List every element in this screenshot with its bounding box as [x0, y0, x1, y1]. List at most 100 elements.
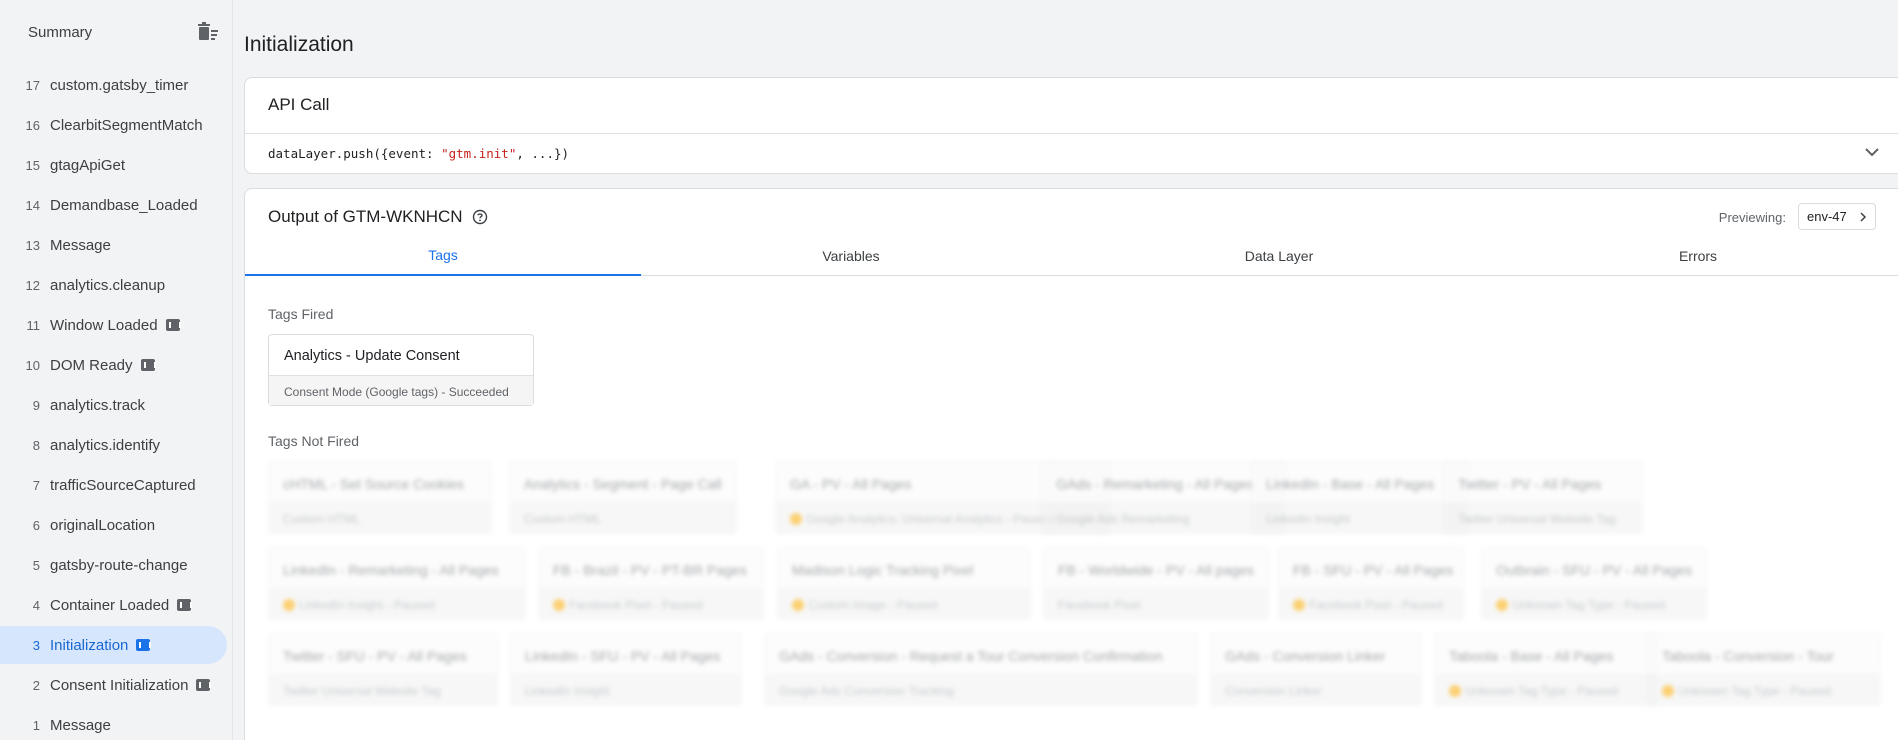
event-number: 14 — [25, 197, 40, 213]
event-label: Container Loaded — [50, 596, 170, 614]
help-icon[interactable] — [472, 209, 488, 225]
tag-status-text: LinkedIn Insight — [1266, 512, 1351, 526]
not-fired-tag-card[interactable]: Analytics - Segment - Page Call Custom HT… — [509, 461, 737, 534]
tag-name: LinkedIn - Remarketing - All Pages — [283, 562, 499, 578]
code-suffix: , ...}) — [516, 146, 570, 161]
tag-name: LinkedIn - Base - All Pages — [1266, 476, 1435, 492]
environment-button[interactable]: env-47 — [1798, 203, 1876, 230]
not-fired-tag-card[interactable]: Twitter - SFU - PV - All Pages Twitter Un… — [268, 633, 498, 706]
event-number: 15 — [25, 157, 40, 173]
tags-fired-heading: Tags Fired — [268, 306, 334, 322]
tag-name: LinkedIn - SFU - PV - All Pages — [525, 648, 721, 664]
tag-name: Analytics - Segment - Page Call — [524, 476, 722, 492]
code-badge-icon — [177, 599, 193, 611]
tag-status: Twitter Universal Website Tag — [269, 674, 497, 705]
not-fired-tag-card[interactable]: Outbrain - SFU - PV - All Pages Unknown T… — [1481, 547, 1707, 620]
tab-variables[interactable]: Variables — [641, 236, 1061, 276]
tag-status: Google Ads Conversion Tracking — [765, 674, 1197, 705]
tab-tags[interactable]: Tags — [245, 236, 641, 276]
paused-icon — [283, 599, 295, 611]
not-fired-tag-card[interactable]: LinkedIn - Base - All Pages LinkedIn Insi… — [1251, 461, 1469, 534]
event-label: Initialization — [50, 636, 129, 654]
event-item[interactable]: 13 Message — [0, 226, 227, 264]
paused-icon — [790, 513, 802, 525]
tag-name: Analytics - Update Consent — [284, 348, 460, 364]
event-number: 11 — [26, 317, 41, 333]
code-string: "gtm.init" — [441, 146, 517, 161]
not-fired-tag-card[interactable]: Taboola - Conversion - Tour Unknown Tag T… — [1647, 633, 1881, 706]
chevron-down-icon[interactable] — [1864, 144, 1880, 160]
not-fired-tag-card[interactable]: FB - SFU - PV - All Pages Facebook Pixel … — [1278, 547, 1464, 620]
not-fired-tag-card[interactable]: LinkedIn - Remarketing - All Pages Linked… — [268, 547, 526, 620]
output-tabs: Tags Variables Data Layer Errors — [245, 236, 1898, 276]
event-item[interactable]: 6 originalLocation — [0, 506, 227, 544]
event-number: 2 — [32, 677, 40, 693]
tag-status-text: Custom Image - Paused — [808, 598, 938, 612]
event-label: trafficSourceCaptured — [50, 476, 196, 494]
tag-status-text: Twitter Universal Website Tag — [1458, 512, 1616, 526]
event-item[interactable]: 7 trafficSourceCaptured — [0, 466, 227, 504]
event-label: analytics.identify — [50, 436, 161, 454]
event-item[interactable]: 15 gtagApiGet — [0, 146, 227, 184]
tag-status-text: Unknown Tag Type - Paused — [1512, 598, 1665, 612]
event-item[interactable]: 3 Initialization — [0, 626, 227, 664]
tag-name: Madison Logic Tracking Pixel — [792, 562, 974, 578]
not-fired-tag-card[interactable]: GAds - Conversion Linker Conversion Linke… — [1210, 633, 1422, 706]
event-item[interactable]: 10 DOM Ready — [0, 346, 227, 384]
event-label: Message — [50, 236, 111, 254]
event-item[interactable]: 17 custom.gatsby_timer — [0, 66, 227, 104]
not-fired-tag-card[interactable]: Madison Logic Tracking Pixel Custom Image… — [777, 547, 1031, 620]
not-fired-tag-card[interactable]: cHTML - Set Source Cookies Custom HTML — [268, 461, 492, 534]
tag-name: Twitter - SFU - PV - All Pages — [283, 648, 467, 664]
event-sidebar: Summary 17 custom.gatsby_timer 16 ClearbitS… — [0, 0, 233, 740]
tab-data-layer[interactable]: Data Layer — [1061, 236, 1497, 276]
event-item[interactable]: 9 analytics.track — [0, 386, 227, 424]
paused-icon — [792, 599, 804, 611]
tag-status-text: Google Ads Conversion Tracking — [779, 684, 954, 698]
event-item[interactable]: 5 gatsby-route-change — [0, 546, 227, 584]
paused-icon — [1293, 599, 1305, 611]
api-call-title: API Call — [268, 95, 330, 114]
tag-name: FB - Brazil - PV - PT-BR Pages — [553, 562, 747, 578]
event-item[interactable]: 1 Message — [0, 706, 227, 740]
fired-tag-card[interactable]: Analytics - Update Consent Consent Mode … — [268, 334, 534, 406]
event-item[interactable]: 4 Container Loaded — [0, 586, 227, 624]
output-card: Output of GTM-WKNHCN Previewing: env-47 … — [244, 188, 1898, 740]
tab-errors[interactable]: Errors — [1497, 236, 1898, 276]
not-fired-tag-card[interactable]: Twitter - PV - All Pages Twitter Universa… — [1443, 461, 1643, 534]
event-item[interactable]: 16 ClearbitSegmentMatch — [0, 106, 227, 144]
tag-status: Google Ads Remarketing — [1042, 502, 1284, 533]
event-number: 10 — [25, 357, 40, 373]
tag-status-text: LinkedIn Insight - Paused — [299, 598, 435, 612]
event-number: 3 — [32, 637, 40, 653]
clear-messages-icon[interactable] — [197, 22, 219, 42]
paused-icon — [1449, 685, 1461, 697]
tag-status-text: Google Ads Remarketing — [1056, 512, 1190, 526]
tag-status: Facebook Pixel - Paused — [539, 588, 763, 619]
summary-link[interactable]: Summary — [28, 24, 92, 41]
event-number: 8 — [32, 437, 40, 453]
not-fired-tag-card[interactable]: GAds - Remarketing - All Pages Google Ads… — [1041, 461, 1285, 534]
not-fired-tag-card[interactable]: FB - Worldwide - PV - All pages Facebook … — [1043, 547, 1269, 620]
not-fired-tag-card[interactable]: Taboola - Base - All Pages Unknown Tag Ty… — [1434, 633, 1656, 706]
tag-status-text: Conversion Linker — [1225, 684, 1322, 698]
event-label: Demandbase_Loaded — [50, 196, 198, 214]
previewing-label: Previewing: — [1718, 210, 1786, 225]
event-item[interactable]: 12 analytics.cleanup — [0, 266, 227, 304]
not-fired-tag-card[interactable]: LinkedIn - SFU - PV - All Pages LinkedIn … — [510, 633, 742, 706]
tag-status-text: Custom HTML — [524, 512, 602, 526]
environment-label: env-47 — [1807, 209, 1847, 224]
tag-name: FB - Worldwide - PV - All pages — [1058, 562, 1254, 578]
code-badge-icon — [136, 639, 152, 651]
event-item[interactable]: 11 Window Loaded — [0, 306, 227, 344]
event-number: 6 — [32, 517, 40, 533]
paused-icon — [1496, 599, 1508, 611]
event-item[interactable]: 2 Consent Initialization — [0, 666, 227, 704]
event-item[interactable]: 8 analytics.identify — [0, 426, 227, 464]
not-fired-tag-card[interactable]: FB - Brazil - PV - PT-BR Pages Facebook P… — [538, 547, 764, 620]
paused-icon — [1662, 685, 1674, 697]
tag-status-text: Facebook Pixel — [1058, 598, 1141, 612]
tag-status: LinkedIn Insight — [511, 674, 741, 705]
event-item[interactable]: 14 Demandbase_Loaded — [0, 186, 227, 224]
not-fired-tag-card[interactable]: GAds - Conversion - Request a Tour Conve… — [764, 633, 1198, 706]
